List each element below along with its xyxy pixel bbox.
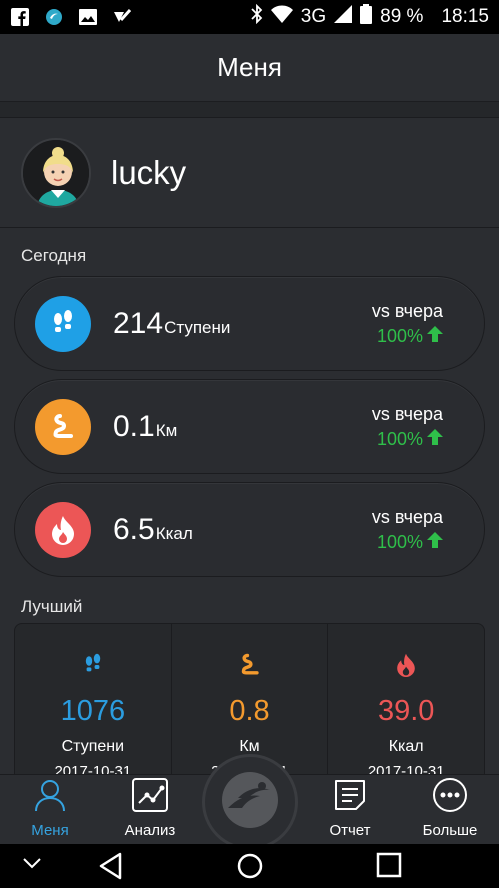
today-calories-unit: Ккал bbox=[155, 523, 193, 543]
profile-row[interactable]: lucky bbox=[0, 118, 499, 228]
today-steps-value: 214 bbox=[113, 306, 164, 340]
wifi-icon bbox=[270, 5, 293, 29]
today-title: Сегодня bbox=[21, 246, 87, 265]
today-distance-value: 0.1 bbox=[113, 409, 155, 443]
image-icon bbox=[78, 7, 98, 27]
check-icon bbox=[112, 7, 132, 27]
flame-icon bbox=[35, 501, 91, 558]
tab-label: Отчет bbox=[329, 822, 371, 839]
chart-icon bbox=[131, 777, 169, 818]
runner-logo-icon bbox=[218, 768, 282, 837]
clock: 18:15 bbox=[441, 6, 489, 27]
status-bar: 3G 89 % 18:15 bbox=[0, 0, 499, 34]
report-icon bbox=[332, 777, 368, 818]
avatar[interactable] bbox=[21, 137, 91, 208]
vs-label: vs вчера bbox=[371, 301, 443, 321]
route-icon bbox=[35, 398, 91, 455]
battery-icon bbox=[360, 4, 373, 30]
today-steps-card[interactable]: 214 Ступени vs вчера 100% bbox=[14, 276, 485, 371]
tab-label: Меня bbox=[31, 822, 69, 839]
best-title: Лучший bbox=[21, 597, 83, 616]
vs-percent: 100% bbox=[376, 429, 423, 449]
divider bbox=[0, 102, 499, 118]
tab-report[interactable]: Отчет bbox=[305, 775, 395, 845]
steps-icon bbox=[81, 652, 105, 683]
best-calories-value: 39.0 bbox=[377, 695, 435, 727]
tab-label: Больше bbox=[422, 822, 478, 839]
vs-percent: 100% bbox=[376, 532, 423, 552]
more-icon bbox=[432, 777, 468, 818]
today-steps-unit: Ступени bbox=[164, 317, 231, 337]
arrow-up-icon bbox=[427, 429, 443, 450]
today-calories-value: 6.5 bbox=[113, 512, 155, 546]
today-calories-card[interactable]: 6.5 Ккал vs вчера 100% bbox=[14, 482, 485, 577]
tab-analysis[interactable]: Анализ bbox=[105, 775, 195, 845]
home-icon[interactable] bbox=[236, 852, 264, 885]
facebook-icon bbox=[10, 7, 30, 27]
route-icon bbox=[237, 652, 263, 683]
steps-icon bbox=[35, 295, 91, 352]
page-title: Меня bbox=[217, 52, 282, 82]
vs-label: vs вчера bbox=[371, 507, 443, 527]
vs-percent: 100% bbox=[376, 326, 423, 346]
arrow-up-icon bbox=[427, 532, 443, 553]
today-distance-card[interactable]: 0.1 Км vs вчера 100% bbox=[14, 379, 485, 474]
best-steps-label: Ступени bbox=[61, 738, 125, 755]
username: lucky bbox=[111, 153, 187, 191]
network-type: 3G bbox=[300, 6, 327, 27]
arrow-up-icon bbox=[427, 326, 443, 347]
best-calories-label: Ккал bbox=[388, 738, 424, 755]
system-nav-bar bbox=[0, 844, 499, 888]
app-icon bbox=[44, 7, 64, 27]
back-icon[interactable] bbox=[98, 852, 124, 885]
bluetooth-icon bbox=[251, 3, 263, 30]
tab-me[interactable]: Меня bbox=[5, 775, 95, 845]
best-distance-value: 0.8 bbox=[229, 695, 270, 727]
battery-level: 89 % bbox=[380, 6, 424, 27]
signal-icon bbox=[334, 5, 353, 29]
flame-icon bbox=[394, 652, 418, 683]
vs-label: vs вчера bbox=[371, 404, 443, 424]
recents-icon[interactable] bbox=[376, 852, 402, 883]
app-header: Меня bbox=[0, 34, 499, 102]
tab-label: Анализ bbox=[124, 822, 176, 839]
person-icon bbox=[32, 777, 68, 818]
start-workout-button[interactable] bbox=[202, 754, 298, 850]
today-distance-unit: Км bbox=[155, 420, 178, 440]
tab-more[interactable]: Больше bbox=[405, 775, 495, 845]
chevron-down-icon[interactable] bbox=[22, 856, 42, 875]
best-steps-value: 1076 bbox=[60, 695, 126, 727]
